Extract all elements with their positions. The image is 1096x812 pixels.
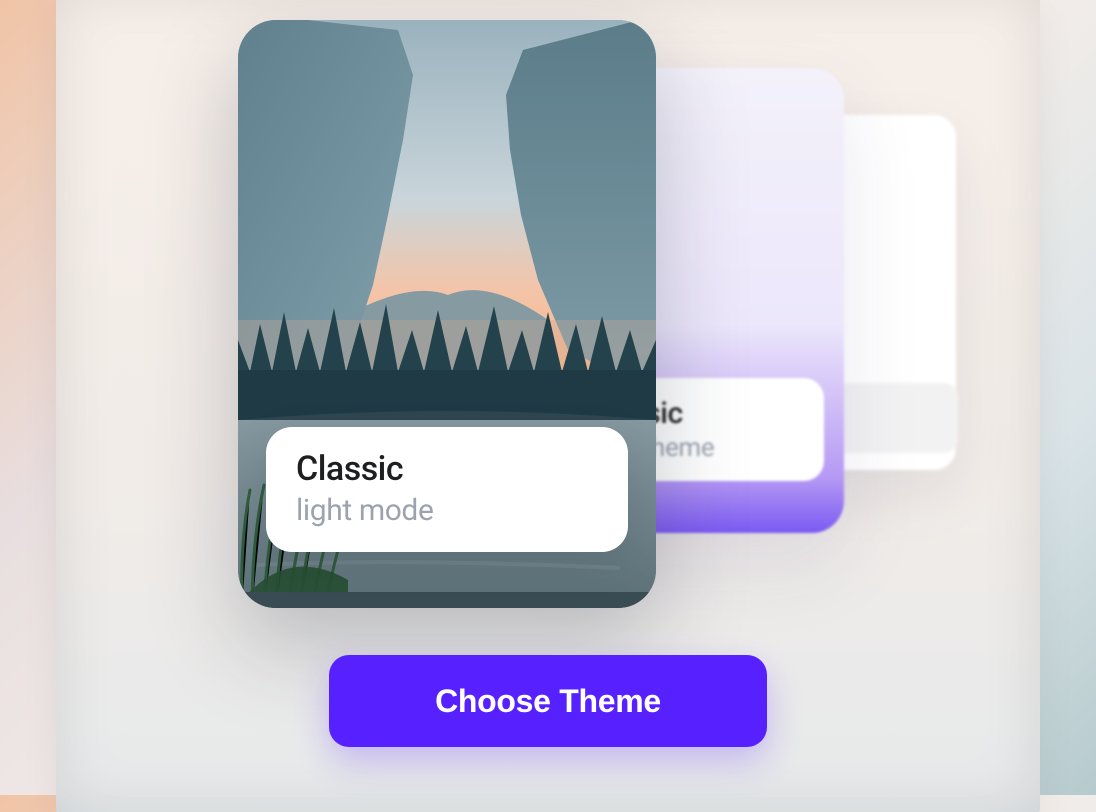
theme-cards-stage: Classic light theme [166,20,946,630]
theme-chooser-panel: Classic light theme [56,0,1040,812]
choose-theme-button[interactable]: Choose Theme [329,655,767,747]
theme-title: Classic [296,449,598,489]
theme-subtitle: light mode [296,493,598,528]
theme-card-primary-label: Classic light mode [266,427,628,552]
theme-card-primary[interactable]: Classic light mode [238,20,656,608]
